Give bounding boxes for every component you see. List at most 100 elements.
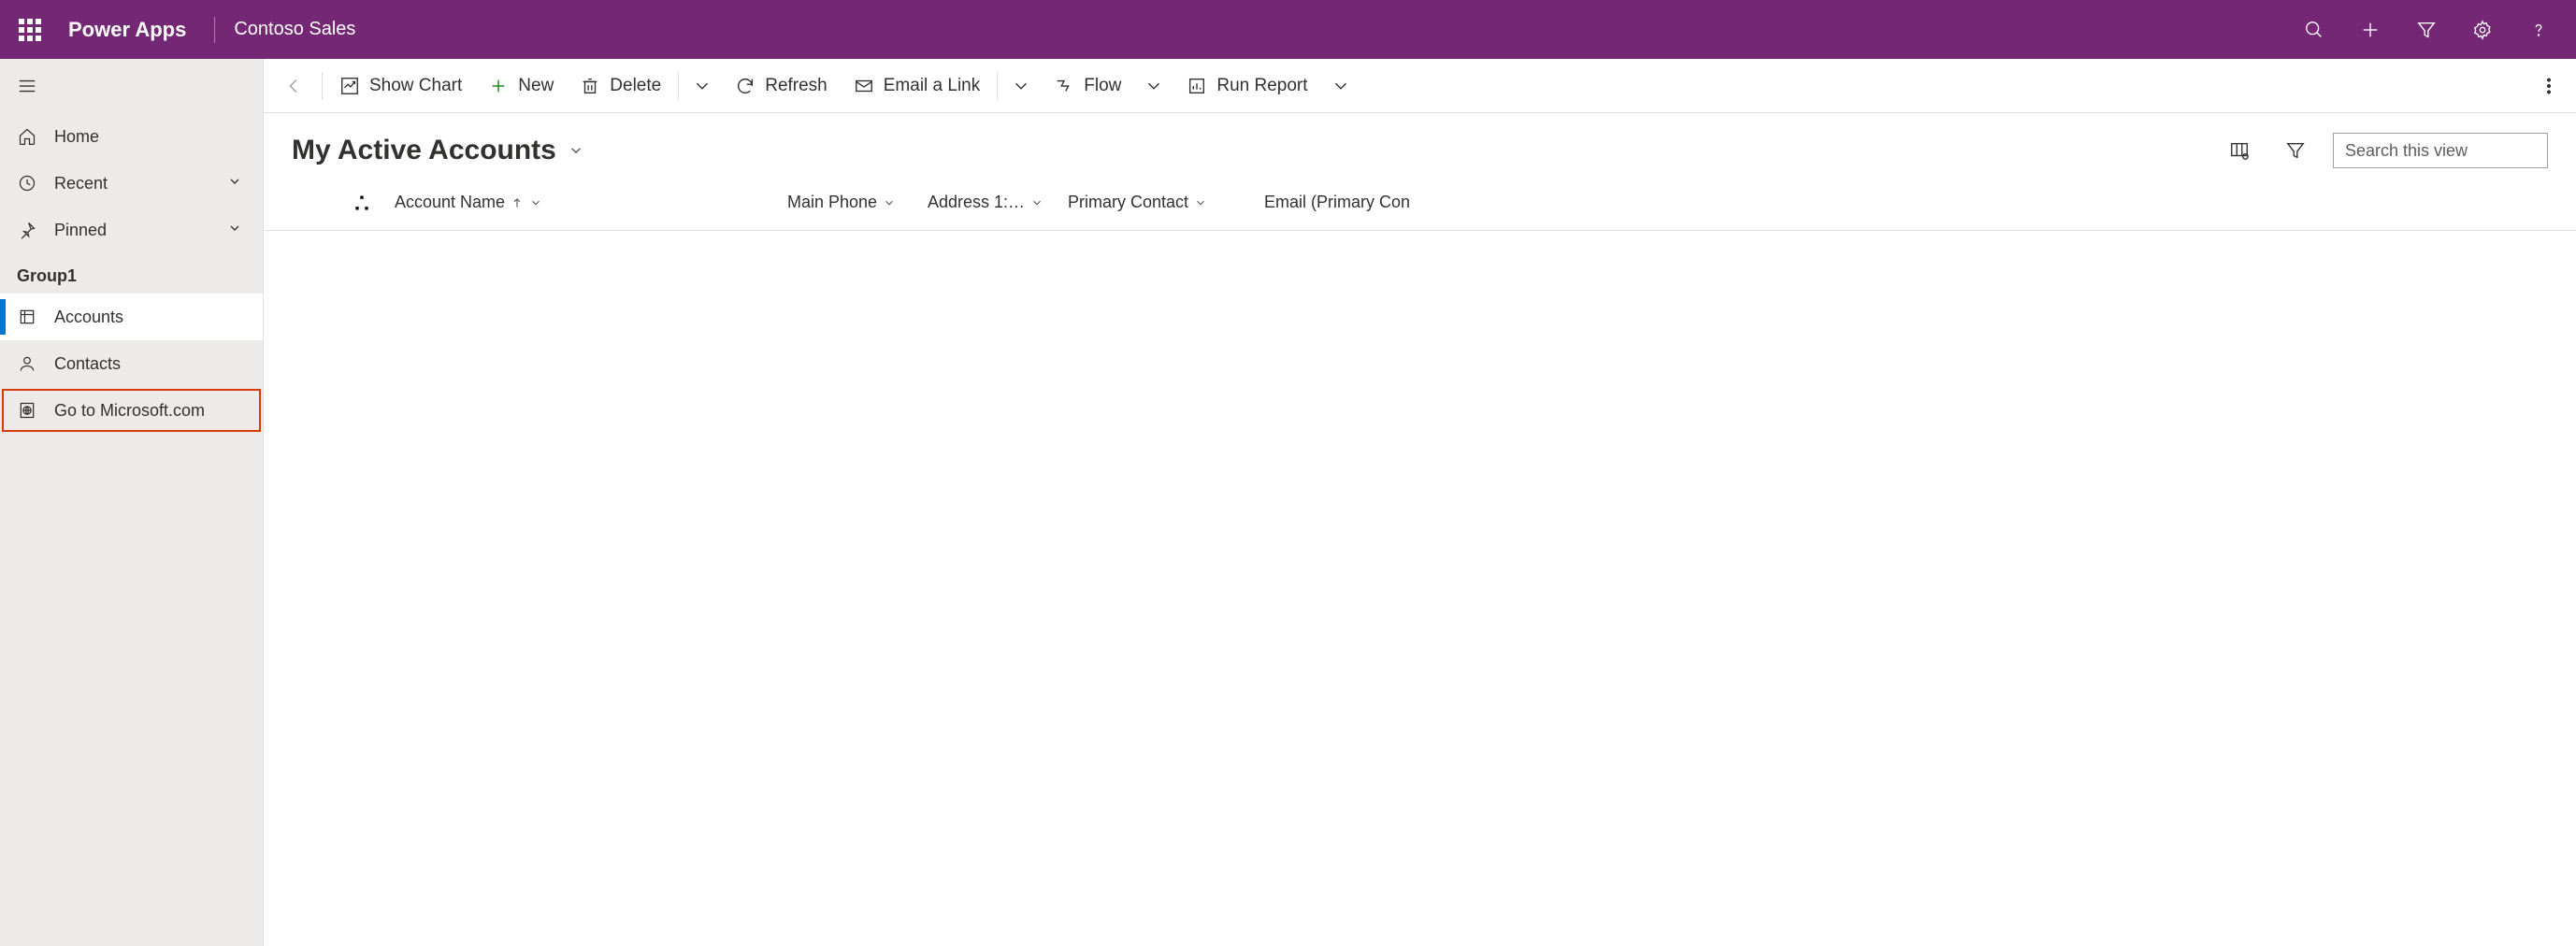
sidebar-collapse-button[interactable] — [0, 59, 263, 113]
chevron-down-icon — [1194, 196, 1207, 209]
home-icon — [17, 127, 37, 146]
help-button[interactable] — [2511, 0, 2567, 59]
sort-asc-icon — [511, 196, 524, 209]
sidebar: Home Recent Pinned Group1 Acc — [0, 59, 264, 946]
main-content: Show Chart New Delete Refresh Email a Li… — [264, 59, 2576, 946]
chevron-down-icon — [883, 196, 896, 209]
sidebar-item-label: Accounts — [54, 308, 246, 327]
sidebar-item-label: Pinned — [54, 221, 210, 240]
command-label: Flow — [1084, 76, 1121, 96]
funnel-icon — [2285, 140, 2306, 161]
pin-icon — [17, 221, 37, 239]
sidebar-item-label: Contacts — [54, 354, 246, 374]
column-main-phone[interactable]: Main Phone — [787, 193, 928, 212]
command-label: Email a Link — [884, 76, 981, 96]
plus-icon — [2360, 20, 2381, 40]
person-icon — [17, 354, 37, 373]
run-report-dropdown[interactable] — [1321, 59, 1360, 113]
chevron-down-icon — [692, 76, 712, 96]
refresh-button[interactable]: Refresh — [722, 59, 841, 113]
app-launcher-button[interactable] — [0, 0, 59, 59]
command-label: Delete — [610, 76, 661, 96]
gear-icon — [2472, 20, 2493, 40]
delete-button[interactable]: Delete — [567, 59, 674, 113]
globe-icon — [17, 401, 37, 420]
email-link-dropdown[interactable] — [1001, 59, 1041, 113]
add-button[interactable] — [2342, 0, 2398, 59]
chevron-down-icon — [227, 221, 246, 240]
refresh-icon — [735, 76, 756, 96]
view-selector[interactable]: My Active Accounts — [292, 135, 584, 166]
sidebar-item-accounts[interactable]: Accounts — [0, 294, 263, 340]
delete-dropdown[interactable] — [683, 59, 722, 113]
chevron-down-icon — [1144, 76, 1164, 96]
app-header: Power Apps Contoso Sales — [0, 0, 2576, 59]
chevron-down-icon — [1030, 196, 1043, 209]
command-label: Refresh — [765, 76, 827, 96]
sidebar-item-pinned[interactable]: Pinned — [0, 207, 263, 253]
trash-icon — [580, 76, 600, 96]
hierarchy-icon — [353, 194, 371, 212]
column-address1[interactable]: Address 1:… — [928, 193, 1068, 212]
app-title: Power Apps — [59, 18, 205, 42]
chart-icon — [339, 76, 360, 96]
column-label: Email (Primary Con — [1264, 193, 1410, 212]
command-bar: Show Chart New Delete Refresh Email a Li… — [264, 59, 2576, 113]
column-email[interactable]: Email (Primary Con — [1264, 193, 2548, 212]
sidebar-group-label: Group1 — [0, 253, 263, 294]
column-label: Account Name — [395, 193, 505, 212]
run-report-button[interactable]: Run Report — [1173, 59, 1320, 113]
flow-dropdown[interactable] — [1134, 59, 1173, 113]
sidebar-item-label: Recent — [54, 174, 210, 194]
columns-icon — [2229, 140, 2250, 161]
back-arrow-icon — [284, 76, 305, 96]
sidebar-item-contacts[interactable]: Contacts — [0, 340, 263, 387]
funnel-icon — [2416, 20, 2437, 40]
header-actions — [2286, 0, 2576, 59]
chevron-down-icon — [1331, 76, 1351, 96]
email-icon — [854, 76, 874, 96]
view-title-text: My Active Accounts — [292, 135, 556, 166]
column-label: Main Phone — [787, 193, 877, 212]
command-label: Show Chart — [369, 76, 462, 96]
header-divider — [214, 17, 215, 43]
sidebar-item-recent[interactable]: Recent — [0, 160, 263, 207]
question-icon — [2528, 20, 2549, 40]
open-filter-button[interactable] — [2277, 132, 2314, 169]
command-label: Run Report — [1216, 76, 1307, 96]
flow-icon — [1054, 76, 1074, 96]
back-button[interactable] — [271, 59, 318, 113]
column-label: Primary Contact — [1068, 193, 1188, 212]
command-separator — [678, 72, 679, 100]
environment-name: Contoso Sales — [224, 19, 365, 40]
new-button[interactable]: New — [475, 59, 567, 113]
flow-button[interactable]: Flow — [1041, 59, 1134, 113]
grid-header: Account Name Main Phone Address 1:… Prim… — [264, 188, 2576, 231]
search-view-input[interactable] — [2333, 133, 2548, 168]
chevron-down-icon — [227, 174, 246, 194]
sidebar-item-home[interactable]: Home — [0, 113, 263, 160]
column-account-name[interactable]: Account Name — [395, 193, 787, 212]
edit-columns-button[interactable] — [2221, 132, 2258, 169]
settings-button[interactable] — [2454, 0, 2511, 59]
command-separator — [322, 72, 323, 100]
chevron-down-icon — [1011, 76, 1031, 96]
search-button[interactable] — [2286, 0, 2342, 59]
column-primary-contact[interactable]: Primary Contact — [1068, 193, 1264, 212]
email-link-button[interactable]: Email a Link — [841, 59, 994, 113]
show-chart-button[interactable]: Show Chart — [326, 59, 475, 113]
command-separator — [997, 72, 998, 100]
view-header: My Active Accounts — [264, 113, 2576, 188]
filter-button[interactable] — [2398, 0, 2454, 59]
clock-icon — [17, 174, 37, 193]
plus-icon — [488, 76, 509, 96]
command-label: New — [518, 76, 554, 96]
report-icon — [1187, 76, 1207, 96]
accounts-icon — [17, 308, 37, 326]
column-label: Address 1:… — [928, 193, 1025, 212]
more-commands-button[interactable] — [2529, 59, 2569, 113]
hamburger-icon — [17, 76, 37, 96]
sidebar-item-label: Home — [54, 127, 246, 147]
sidebar-item-microsoft-link[interactable]: Go to Microsoft.com — [0, 387, 263, 434]
hierarchy-column[interactable] — [329, 194, 395, 212]
